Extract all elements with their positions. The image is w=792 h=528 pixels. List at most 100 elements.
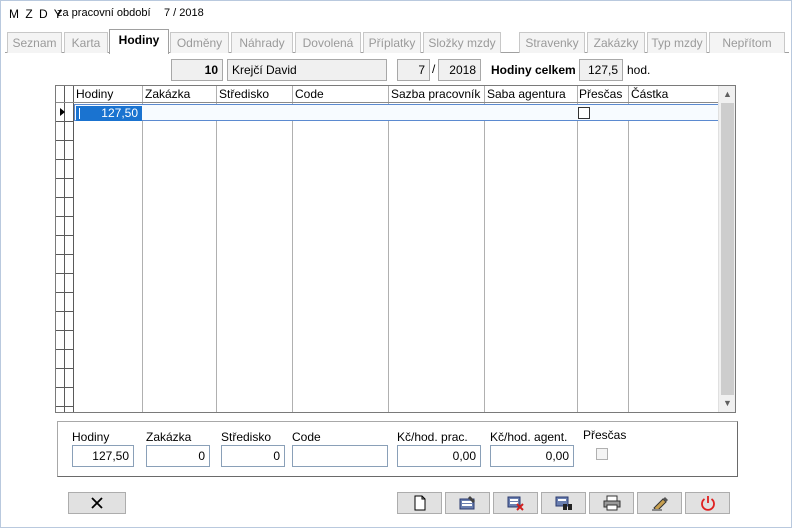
tab-zakazky[interactable]: Zakázky: [587, 32, 645, 53]
prescas-checkbox[interactable]: [578, 107, 590, 119]
indicator-separator: [64, 86, 65, 412]
detail-label-zakazka: Zakázka: [146, 430, 192, 444]
scroll-down-icon[interactable]: ▼: [719, 395, 736, 412]
indicator-row-line: [56, 178, 74, 179]
indicator-row-line: [56, 349, 74, 350]
employee-id-field: 10: [171, 59, 223, 81]
indicator-row-line: [56, 387, 74, 388]
window-title: M Z D Y: [9, 7, 64, 21]
col-header-castka[interactable]: Částka: [629, 86, 668, 102]
indicator-row-line: [56, 159, 74, 160]
col-divider: [216, 86, 217, 412]
tab-slozky-mzdy[interactable]: Složky mzdy: [423, 32, 501, 53]
indicator-row-line: [56, 311, 74, 312]
main-window: M Z D Y za pracovní období 7 / 2018 Sezn…: [0, 0, 792, 528]
close-button[interactable]: [68, 492, 126, 514]
indicator-row-line: [56, 368, 74, 369]
find-icon: [555, 496, 572, 510]
header-underline: [56, 102, 718, 103]
tab-typ-mzdy[interactable]: Typ mzdy: [647, 32, 707, 53]
code-input[interactable]: [292, 445, 388, 467]
cell-hodiny[interactable]: 127,50: [76, 106, 142, 121]
indicator-row-line: [56, 254, 74, 255]
zakazka-input[interactable]: 0: [146, 445, 210, 467]
tab-hodiny[interactable]: Hodiny: [109, 29, 169, 54]
indicator-row-line: [56, 292, 74, 293]
col-divider: [577, 86, 578, 412]
col-header-sazba-pracovnik[interactable]: Sazba pracovník: [389, 86, 480, 102]
table-row[interactable]: 127,50: [74, 104, 719, 121]
indicator-row-line: [56, 121, 74, 122]
kc-agent-input[interactable]: 0,00: [490, 445, 574, 467]
year-field: 2018: [438, 59, 481, 81]
tab-strip: Seznam Karta Hodiny Odměny Náhrady Dovol…: [5, 29, 789, 54]
period-separator: /: [432, 62, 436, 76]
hodiny-input[interactable]: 127,50: [72, 445, 134, 467]
find-record-button[interactable]: [541, 492, 586, 514]
detail-label-hodiny: Hodiny: [72, 430, 110, 444]
indicator-row-line: [56, 273, 74, 274]
col-header-prescas[interactable]: Přesčas: [577, 86, 622, 102]
prescas-detail-checkbox[interactable]: [596, 448, 608, 460]
text-caret: [79, 108, 80, 119]
detail-label-code: Code: [292, 430, 321, 444]
employee-name-field: Krejčí David: [227, 59, 387, 81]
tab-nepritom[interactable]: Nepřítom: [709, 32, 785, 53]
indicator-row-line: [56, 330, 74, 331]
col-header-stredisko[interactable]: Středisko: [217, 86, 269, 102]
x-icon: [91, 497, 103, 509]
tab-dovolena[interactable]: Dovolená: [295, 32, 361, 53]
col-divider: [292, 86, 293, 412]
tab-karta[interactable]: Karta: [64, 32, 108, 53]
hours-grid[interactable]: Hodiny Zakázka Středisko Code Sazba prac…: [55, 85, 736, 413]
edit-record-button[interactable]: [445, 492, 490, 514]
window-period: 7 / 2018: [164, 7, 204, 19]
col-header-saba-agentura[interactable]: Saba agentura: [485, 86, 566, 102]
delete-icon: [507, 496, 524, 511]
tab-seznam[interactable]: Seznam: [7, 32, 62, 53]
scroll-up-icon[interactable]: ▲: [719, 86, 736, 103]
detail-label-kc-prac: Kč/hod. prac.: [397, 430, 468, 444]
col-divider: [142, 86, 143, 412]
col-header-hodiny[interactable]: Hodiny: [74, 86, 113, 102]
power-icon: [700, 496, 715, 511]
new-document-icon: [414, 495, 425, 511]
cell-hodiny-value: 127,50: [101, 106, 138, 120]
kc-prac-input[interactable]: 0,00: [397, 445, 481, 467]
print-icon: [603, 495, 620, 511]
col-header-zakazka[interactable]: Zakázka: [143, 86, 190, 102]
edit-icon: [459, 496, 475, 510]
detail-label-prescas: Přesčas: [583, 428, 627, 442]
new-record-button[interactable]: [397, 492, 442, 514]
tab-odmeny[interactable]: Odměny: [170, 32, 229, 53]
title-bar: M Z D Y za pracovní období 7 / 2018: [1, 1, 791, 27]
row-indicator-column: [56, 86, 74, 412]
col-divider: [388, 86, 389, 412]
col-header-code[interactable]: Code: [293, 86, 324, 102]
detail-panel: Hodiny Zakázka Středisko Code Kč/hod. pr…: [57, 421, 738, 477]
current-row-pointer-icon: [60, 108, 65, 116]
exit-button[interactable]: [685, 492, 730, 514]
window-subtitle: za pracovní období: [57, 7, 151, 19]
scroll-thumb[interactable]: [721, 103, 734, 395]
col-divider: [484, 86, 485, 412]
tab-stravenky[interactable]: Stravenky: [519, 32, 585, 53]
indicator-row-line: [56, 216, 74, 217]
tools-button[interactable]: [637, 492, 682, 514]
indicator-row-line: [56, 140, 74, 141]
hours-unit: hod.: [627, 63, 651, 77]
grid-vertical-scrollbar[interactable]: ▲ ▼: [718, 86, 735, 412]
month-field: 7: [397, 59, 430, 81]
stredisko-input[interactable]: 0: [221, 445, 285, 467]
indicator-row-line: [56, 406, 74, 407]
tab-nahrady[interactable]: Náhrady: [231, 32, 293, 53]
tab-priplatky[interactable]: Příplatky: [363, 32, 421, 53]
detail-label-stredisko: Středisko: [221, 430, 272, 444]
detail-label-kc-agent: Kč/hod. agent.: [490, 430, 568, 444]
total-hours-field: 127,5: [579, 59, 623, 81]
col-divider: [628, 86, 629, 412]
total-hours-label: Hodiny celkem: [491, 63, 576, 77]
delete-record-button[interactable]: [493, 492, 538, 514]
pencil-tool-icon: [651, 497, 668, 511]
print-button[interactable]: [589, 492, 634, 514]
